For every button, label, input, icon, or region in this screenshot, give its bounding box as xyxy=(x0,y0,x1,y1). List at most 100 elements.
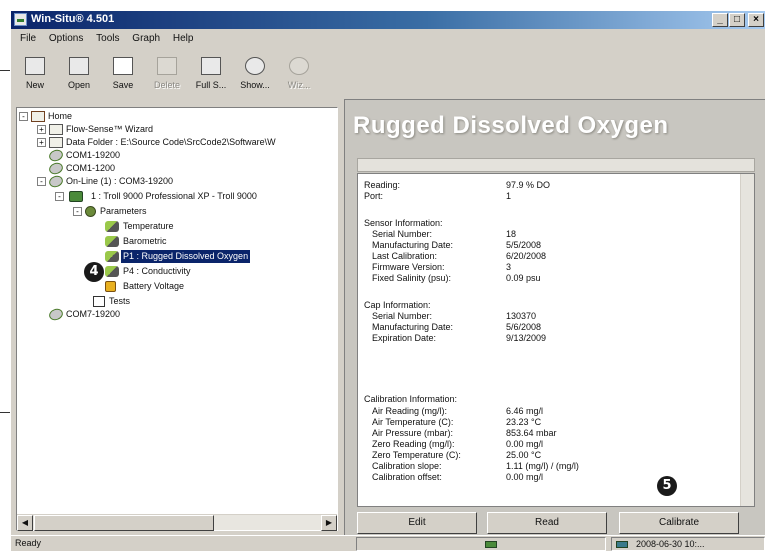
maximize-button[interactable]: □ xyxy=(729,13,745,27)
tree-label: P4 : Conductivity xyxy=(123,266,191,276)
wizard-label: Wiz... xyxy=(287,80,311,90)
parameters-icon xyxy=(85,206,96,217)
info-value: 0.00 mg/l xyxy=(506,439,544,449)
save-button[interactable]: Save xyxy=(103,53,143,99)
show-button[interactable]: Show... xyxy=(235,53,275,99)
cable-icon xyxy=(47,160,65,177)
connection-icon xyxy=(485,541,497,548)
battery-icon xyxy=(105,281,116,292)
full-screen-button[interactable]: Full S... xyxy=(191,53,231,99)
minimize-button[interactable]: _ xyxy=(712,13,728,27)
tree-label: Tests xyxy=(109,296,131,306)
menu-help[interactable]: Help xyxy=(168,32,199,45)
info-label: Serial Number: xyxy=(372,229,433,239)
tree-label: COM1-19200 xyxy=(66,150,121,160)
probe-icon xyxy=(105,236,119,247)
info-label: Expiration Date: xyxy=(372,333,437,343)
sensor-detail-panel: Rugged Dissolved Oxygen Reading: 97.9 % D… xyxy=(344,99,765,539)
new-button[interactable]: New xyxy=(15,53,55,99)
info-label: Calibration slope: xyxy=(372,461,442,471)
read-button[interactable]: Read xyxy=(487,512,607,534)
status-datetime: 2008-06-30 10:... xyxy=(636,539,705,549)
info-value: 6/20/2008 xyxy=(506,251,547,261)
menu-bar: File Options Tools Graph Help xyxy=(15,32,198,48)
save-icon xyxy=(113,57,133,75)
info-label: Firmware Version: xyxy=(372,262,445,272)
app-icon xyxy=(14,13,27,26)
info-label: Calibration Information: xyxy=(364,394,458,404)
tree-label: COM7-19200 xyxy=(66,309,121,319)
info-value: 5/5/2008 xyxy=(506,240,542,250)
calibrate-button[interactable]: Calibrate xyxy=(619,512,739,534)
sensor-info-list[interactable]: Reading: 97.9 % DO Port: 1 Sensor Informat… xyxy=(357,173,755,507)
info-value: 1.11 (mg/l) / (mg/l) xyxy=(506,461,579,471)
info-label: Zero Temperature (C): xyxy=(372,450,461,460)
info-value: 9/13/2009 xyxy=(506,333,547,343)
show-label: Show... xyxy=(240,80,270,90)
full-screen-icon xyxy=(201,57,221,75)
close-button[interactable]: × xyxy=(748,13,764,27)
menu-options[interactable]: Options xyxy=(44,32,88,45)
app-window: Win-Situ® 4.501 _ □ × File Options Tools… xyxy=(10,10,765,551)
menu-graph[interactable]: Graph xyxy=(127,32,165,45)
probe-icon xyxy=(105,266,119,277)
delete-icon xyxy=(157,57,177,75)
open-label: Open xyxy=(67,80,91,90)
expander-icon[interactable]: - xyxy=(19,112,28,121)
info-label: Manufacturing Date: xyxy=(372,322,454,332)
probe-icon xyxy=(105,221,119,232)
tree-label: P1 : Rugged Dissolved Oxygen xyxy=(121,250,251,263)
scroll-right-button[interactable]: ▶ xyxy=(321,515,337,531)
tests-icon xyxy=(93,296,105,307)
expander-icon[interactable]: - xyxy=(37,177,46,186)
expander-icon[interactable]: + xyxy=(37,125,46,134)
info-value: 3 xyxy=(506,262,512,272)
probe-icon xyxy=(105,251,119,262)
callout-4: 4 xyxy=(84,262,104,282)
home-icon xyxy=(31,111,45,122)
expander-icon[interactable]: + xyxy=(37,138,46,147)
info-value: 6.46 mg/l xyxy=(506,406,544,416)
horizontal-scrollbar[interactable]: ◀ ▶ xyxy=(17,514,337,531)
tree-label: Data Folder : E:\Source Code\SrcCode2\So… xyxy=(66,137,276,147)
show-icon xyxy=(245,57,265,75)
delete-button[interactable]: Delete xyxy=(147,53,187,99)
vertical-scrollbar[interactable] xyxy=(740,174,754,506)
delete-label: Delete xyxy=(153,80,180,90)
menu-tools[interactable]: Tools xyxy=(91,32,124,45)
info-label: Last Calibration: xyxy=(372,251,438,261)
info-value: 18 xyxy=(506,229,517,239)
info-label: Manufacturing Date: xyxy=(372,240,454,250)
status-text: Ready xyxy=(15,538,42,548)
info-value: 5/6/2008 xyxy=(506,322,542,332)
info-label: Serial Number: xyxy=(372,311,433,321)
scroll-thumb[interactable] xyxy=(34,515,214,531)
cable-icon xyxy=(47,173,65,190)
info-label: Zero Reading (mg/l): xyxy=(372,439,455,449)
menu-file[interactable]: File xyxy=(15,32,41,45)
status-bar: Ready 2008-06-30 10:... xyxy=(11,535,765,551)
edit-button[interactable]: Edit xyxy=(357,512,477,534)
info-value: 0.00 mg/l xyxy=(506,472,544,482)
info-value: 1 xyxy=(506,191,512,201)
device-icon xyxy=(69,191,83,202)
toolbar: New Open Save Delete Full S... Show... W… xyxy=(15,51,345,101)
tree-label: Battery Voltage xyxy=(123,281,185,291)
cable-icon xyxy=(47,147,65,164)
info-label: Air Pressure (mbar): xyxy=(372,428,454,438)
sensor-heading: Rugged Dissolved Oxygen xyxy=(353,112,669,139)
open-icon xyxy=(69,57,89,75)
new-icon xyxy=(25,57,45,75)
tree-label: Parameters xyxy=(100,206,147,216)
tree-label: Flow-Sense™ Wizard xyxy=(66,124,154,134)
new-label: New xyxy=(25,80,44,90)
info-label: Air Temperature (C): xyxy=(372,417,454,427)
scroll-left-button[interactable]: ◀ xyxy=(17,515,33,531)
open-button[interactable]: Open xyxy=(59,53,99,99)
info-value: 25.00 °C xyxy=(506,450,542,460)
expander-icon[interactable]: - xyxy=(73,207,82,216)
wizard-button[interactable]: Wiz... xyxy=(279,53,319,99)
expander-icon[interactable]: - xyxy=(55,192,64,201)
navigation-tree[interactable]: - Home + Flow-Sense™ Wizard + Data Folde… xyxy=(16,107,338,531)
info-label: Port: xyxy=(364,191,384,201)
